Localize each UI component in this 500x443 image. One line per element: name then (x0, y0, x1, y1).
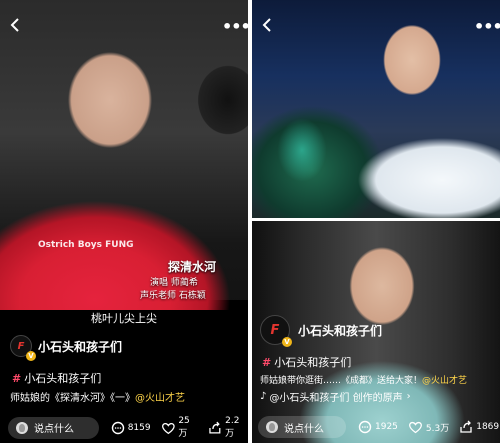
account-row[interactable]: F V 小石头和孩子们 (260, 315, 382, 347)
left-video-panel[interactable]: ••• Ostrich Boys FUNG 探清水河 演唱 师蔺希 声乐老师 石… (0, 0, 248, 443)
music-note-icon: ♪ (260, 391, 267, 402)
video-description: 师姑娘带你逛街……《成都》送给大家！@火山才艺 (260, 373, 467, 386)
song-credit-teacher: 声乐老师 石栋颖 (140, 291, 206, 301)
comment-placeholder: 说点什么 (34, 424, 74, 435)
comment-input[interactable]: 说点什么 (8, 416, 99, 439)
video-frame-girl-night-street (252, 0, 500, 218)
like-count: 25万 (178, 416, 190, 439)
comment-placeholder: 说点什么 (284, 423, 324, 435)
comment-count: 8159 (127, 422, 151, 433)
share-icon (460, 420, 472, 433)
share-icon (209, 421, 221, 434)
comment-button[interactable]: 1925 (358, 420, 398, 434)
share-count: 2.2万 (225, 416, 240, 439)
verified-badge-icon: V (26, 351, 36, 361)
hashtag-label: 小石头和孩子们 (24, 372, 102, 385)
topic-link[interactable]: @火山才艺 (135, 393, 185, 404)
chevron-left-icon (10, 18, 19, 32)
topic-link[interactable]: @火山才艺 (422, 376, 467, 386)
song-credit-singer: 演唱 师蔺希 (150, 278, 198, 288)
channel-logo: F (270, 322, 280, 338)
bottom-action-bar: 说点什么 8159 25万 2.2万 (8, 416, 248, 439)
comment-button[interactable]: 8159 (111, 421, 151, 435)
more-options-button[interactable]: ••• (474, 19, 500, 35)
hashtag-icon: # (262, 356, 272, 369)
share-button[interactable]: 1869 (459, 420, 499, 434)
account-name[interactable]: 小石头和孩子们 (38, 338, 122, 355)
song-title: 探清水河 (168, 260, 217, 274)
comment-count: 1925 (375, 422, 398, 432)
comment-bubble-icon (358, 420, 372, 434)
chevron-left-icon (262, 18, 271, 32)
back-button[interactable] (10, 18, 22, 32)
like-button[interactable]: 25万 (161, 416, 199, 439)
share-count: 1869 (476, 422, 500, 432)
verified-badge-icon: V (282, 337, 292, 347)
hashtag[interactable]: # 小石头和孩子们 (262, 354, 351, 370)
hashtag[interactable]: # 小石头和孩子们 (12, 370, 101, 386)
like-button[interactable]: 5.3万 (408, 420, 449, 434)
lyric-subtitle: 桃叶儿尖上尖 (91, 312, 157, 325)
hashtag-icon: # (12, 372, 22, 385)
music-info[interactable]: ♪ @小石头和孩子们 创作的原声 › (260, 389, 411, 404)
bottom-action-bar: 说点什么 1925 5.3万 1869 (258, 416, 499, 438)
music-label: @小石头和孩子们 创作的原声 (269, 393, 403, 404)
right-top-video-panel[interactable]: ••• (252, 0, 500, 218)
like-count: 5.3万 (425, 423, 450, 434)
heart-icon (408, 421, 422, 434)
channel-logo: F (17, 340, 25, 352)
video-description: 师姑娘的《探清水河》《一》@火山才艺 (10, 389, 185, 404)
description-text: 师姑娘带你逛街……《成都》送给大家！ (260, 376, 423, 386)
flame-icon (16, 421, 28, 434)
hashtag-label: 小石头和孩子们 (274, 356, 352, 369)
right-bottom-video-panel[interactable]: F V 小石头和孩子们 # 小石头和孩子们 师姑娘带你逛街……《成都》送给大家！@… (252, 221, 500, 443)
comment-bubble-icon (111, 421, 124, 434)
description-text: 师姑娘的《探清水河》《一》 (10, 393, 135, 404)
more-options-button[interactable]: ••• (222, 19, 248, 35)
comment-input[interactable]: 说点什么 (258, 416, 346, 438)
account-row[interactable]: F V 小石头和孩子们 (10, 335, 122, 361)
share-button[interactable]: 2.2万 (208, 416, 248, 439)
shirt-text: Ostrich Boys FUNG (38, 240, 134, 250)
account-name[interactable]: 小石头和孩子们 (298, 322, 382, 339)
chevron-right-icon: › (406, 391, 411, 402)
flame-icon (266, 421, 278, 433)
song-credit-card: 探清水河 演唱 师蔺希 声乐老师 石栋颖 (140, 258, 240, 301)
back-button[interactable] (262, 18, 274, 32)
heart-icon (161, 422, 175, 434)
